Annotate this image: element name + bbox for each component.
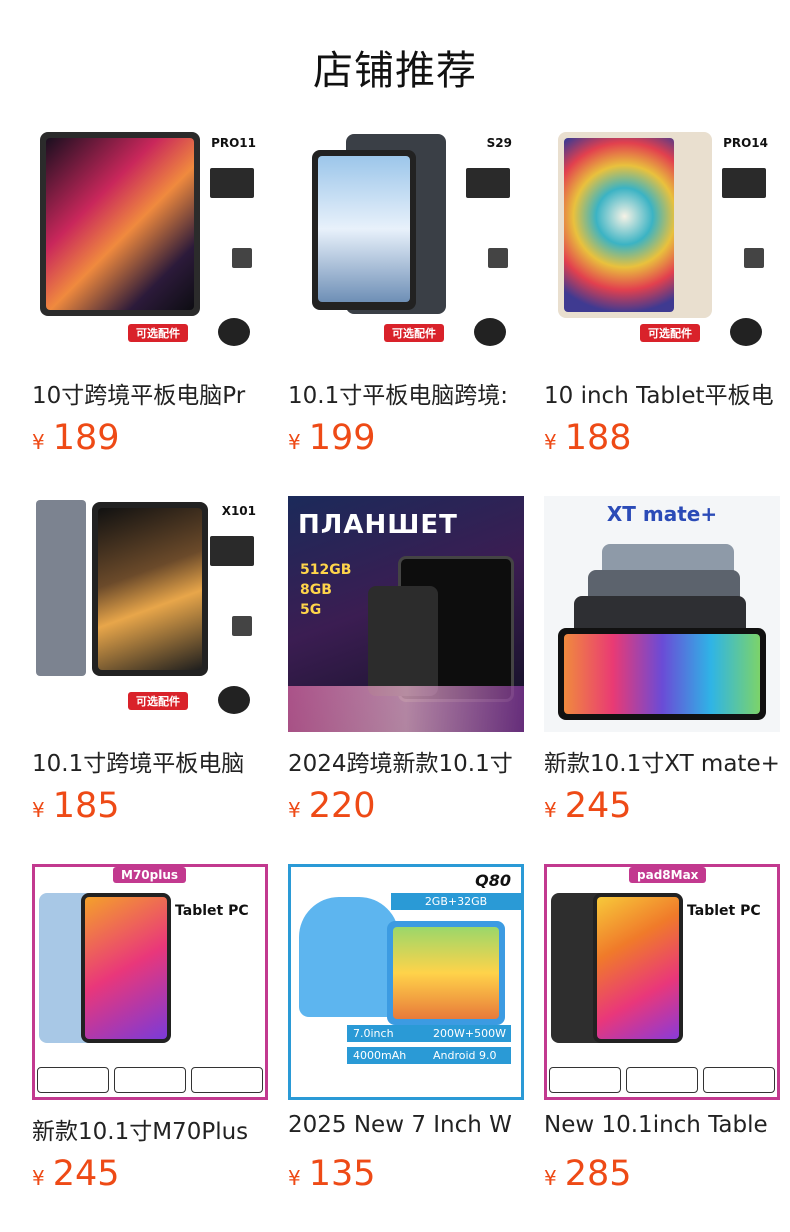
- product-name[interactable]: 2025 New 7 Inch W: [288, 1112, 524, 1144]
- currency-symbol: ¥: [544, 1166, 557, 1190]
- model-badge: M70plus: [113, 867, 187, 883]
- product-price: ¥185: [32, 786, 120, 826]
- product-price: ¥245: [544, 786, 632, 826]
- currency-symbol: ¥: [544, 430, 557, 454]
- product-name[interactable]: 2024跨境新款10.1寸: [288, 744, 524, 776]
- product-image[interactable]: 可选配件 S29: [288, 128, 524, 364]
- product-image[interactable]: Q80 2GB+32GB 7.0inch 200W+500W 4000mAh A…: [288, 864, 524, 1100]
- currency-symbol: ¥: [32, 430, 45, 454]
- price-value: 245: [564, 786, 632, 826]
- product-price: ¥199: [288, 418, 376, 458]
- image-headline: XT mate+: [606, 502, 718, 526]
- model-label: X101: [221, 504, 256, 518]
- currency-symbol: ¥: [32, 1166, 45, 1190]
- currency-symbol: ¥: [288, 430, 301, 454]
- price-value: 188: [564, 418, 632, 458]
- product-name[interactable]: New 10.1inch Table: [544, 1112, 780, 1144]
- currency-symbol: ¥: [288, 1166, 301, 1190]
- price-value: 245: [52, 1154, 120, 1194]
- product-image[interactable]: M70plus Tablet PC: [32, 864, 268, 1100]
- currency-symbol: ¥: [544, 798, 557, 822]
- model-label: S29: [486, 136, 512, 150]
- model-label: PRO11: [211, 136, 256, 150]
- product-image[interactable]: ПЛАНШЕТ 512GB 8GB 5G: [288, 496, 524, 732]
- product-name[interactable]: 10.1寸平板电脑跨境:: [288, 376, 524, 408]
- product-name[interactable]: 10 inch Tablet平板电: [544, 376, 780, 408]
- product-price: ¥188: [544, 418, 632, 458]
- product-name[interactable]: 10寸跨境平板电脑Pr: [32, 376, 268, 408]
- price-value: 220: [308, 786, 376, 826]
- currency-symbol: ¥: [288, 798, 301, 822]
- product-image[interactable]: XT mate+: [544, 496, 780, 732]
- price-value: 135: [308, 1154, 376, 1194]
- price-value: 285: [564, 1154, 632, 1194]
- product-price: ¥135: [288, 1154, 376, 1194]
- product-image[interactable]: pad8Max Tablet PC: [544, 864, 780, 1100]
- currency-symbol: ¥: [32, 798, 45, 822]
- model-label: PRO14: [723, 136, 768, 150]
- product-price: ¥189: [32, 418, 120, 458]
- product-price: ¥220: [288, 786, 376, 826]
- price-value: 185: [52, 786, 120, 826]
- product-image[interactable]: 可选配件 PRO14: [544, 128, 780, 364]
- product-image[interactable]: 可选配件 PRO11: [32, 128, 268, 364]
- page-title: 店铺推荐: [313, 48, 477, 94]
- product-image[interactable]: 可选配件 X101: [32, 496, 268, 732]
- product-name[interactable]: 新款10.1寸M70Plus: [32, 1112, 268, 1144]
- product-price: ¥285: [544, 1154, 632, 1194]
- image-headline: Q80: [475, 871, 511, 890]
- price-value: 199: [308, 418, 376, 458]
- price-value: 189: [52, 418, 120, 458]
- product-price: ¥245: [32, 1154, 120, 1194]
- image-headline: ПЛАНШЕТ: [298, 510, 458, 540]
- product-name[interactable]: 10.1寸跨境平板电脑: [32, 744, 268, 776]
- model-badge: pad8Max: [629, 867, 707, 883]
- product-name[interactable]: 新款10.1寸XT mate+: [544, 744, 780, 776]
